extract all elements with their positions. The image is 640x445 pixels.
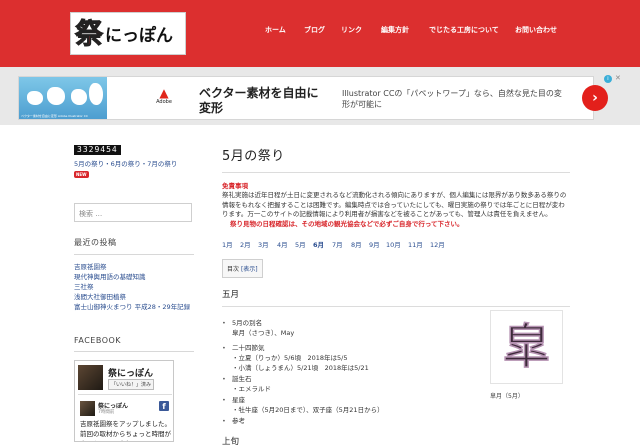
month-info: • 5月の別名 皐月（さつき）、May • 二十四節気 ・立夏（りっか）5/6頃 2…: [222, 310, 570, 427]
facebook-widget: 祭にっぽん 「いいね！」済み 祭にっぽん 7時間前 f 吉原祇園祭をアップしまし…: [74, 360, 174, 442]
list-item: • 誕生石: [222, 373, 252, 383]
kanji-char: 皐: [502, 319, 552, 375]
list-item: • 5月の別名: [222, 317, 262, 327]
zodiac-value: ・牡牛座（5月20日まで）、双子座（5月21日から）: [232, 406, 384, 414]
month-link-7[interactable]: 7月: [332, 239, 343, 249]
recent-posts-list: 吉原祇園祭 現代神輿用語の基礎知識 三社祭 浅間大社御田植祭 富士山御神火まつり…: [74, 262, 194, 312]
nav-contact[interactable]: お問い合わせ: [515, 25, 557, 35]
fb-post-text: 吉原祇園祭をアップしました。前回の取材からちょっと時間が空いたので、今年は: [80, 420, 171, 441]
divider: [74, 254, 194, 255]
recent-post-link[interactable]: 富士山御神火まつり 平成28・29年記録: [74, 302, 194, 312]
fb-page-name[interactable]: 祭にっぽん: [108, 366, 153, 379]
month-link-1[interactable]: 1月: [222, 239, 233, 249]
adobe-logo-text: Adobe: [156, 99, 172, 105]
ad-shape: [27, 91, 43, 105]
nav-links[interactable]: リンク: [341, 25, 362, 35]
month-link-3[interactable]: 3月: [258, 239, 269, 249]
section-title: 五月: [222, 290, 240, 300]
month-link-6[interactable]: 6月: [313, 239, 324, 249]
ad-body[interactable]: Illustrator CCの「パペットワープ」なら、自然な見た目の変形が可能に: [342, 88, 567, 110]
bullet-icon: •: [222, 417, 226, 425]
month-link-4[interactable]: 4月: [277, 239, 288, 249]
birthstone-label: 誕生石: [232, 375, 252, 383]
satsuki-kanji-image[interactable]: 皐: [490, 310, 563, 384]
bullet-icon: •: [222, 319, 226, 327]
month-link-10[interactable]: 10月: [386, 239, 401, 249]
ad-image-caption: ベクター素材を自由に変形 Adobe Illustrator CC: [21, 114, 88, 118]
ad-headline[interactable]: ベクター素材を自由に変形: [199, 86, 319, 116]
ad-shape: [71, 89, 87, 105]
table-of-contents: 目次 [表示]: [222, 259, 263, 278]
divider: [74, 351, 194, 352]
page-title: 5月の祭り: [222, 149, 285, 164]
nav-blog[interactable]: ブログ: [304, 25, 325, 35]
recent-post-link[interactable]: 浅間大社御田植祭: [74, 292, 194, 302]
counter-caption[interactable]: 5月の祭り・6月の祭り・7月の祭り: [74, 158, 194, 168]
main-content: 5月の祭り 免責事項 祭礼実施は近年日程が土日に変更されるなど流動化される傾向に…: [222, 145, 570, 445]
list-item: • 参考: [222, 415, 245, 425]
zodiac-label: 星座: [232, 396, 245, 404]
close-icon[interactable]: ✕: [615, 74, 621, 82]
toc-toggle[interactable]: [表示]: [241, 266, 258, 273]
nav-editorial-policy[interactable]: 編集方針: [381, 25, 409, 35]
divider: [222, 172, 570, 173]
month-link-8[interactable]: 8月: [351, 239, 362, 249]
bullet-icon: •: [222, 396, 226, 404]
solar-term-2: ・小満（しょうまん）5/21頃 2018年は5/21: [232, 364, 369, 372]
divider: [222, 306, 570, 307]
alias-label: 5月の別名: [232, 319, 263, 327]
birthstone-value: ・エメラルド: [232, 385, 271, 393]
disclaimer-body: 祭礼実施は近年日程が土日に変更されるなど流動化される傾向にありますが、個人編集に…: [222, 191, 567, 218]
disclaimer-title: 免責事項: [222, 182, 248, 190]
month-nav: 1月 2月 3月 4月 5月 6月 7月 8月 9月 10月 11月 12月: [222, 239, 570, 249]
solar-term-1: ・立夏（りっか）5/6頃 2018年は5/5: [232, 354, 348, 362]
fb-like-button[interactable]: 「いいね！」済み: [108, 379, 155, 390]
section-title-next: 上旬: [222, 437, 240, 445]
month-link-5[interactable]: 5月: [295, 239, 306, 249]
month-link-9[interactable]: 9月: [369, 239, 380, 249]
month-link-2[interactable]: 2月: [240, 239, 251, 249]
bullet-icon: •: [222, 344, 226, 352]
ad-choices-icon[interactable]: i: [604, 75, 612, 83]
site-header: 祭 にっぽん ホーム ブログ リンク 編集方針 でじたる工房について お問い合わ…: [0, 0, 640, 67]
sidebar: 3329454 5月の祭り・6月の祭り・7月の祭り NEW 検索 … 最近の投稿…: [74, 145, 194, 442]
adobe-icon: ▲: [159, 86, 169, 100]
ad-shape: [47, 87, 65, 105]
recent-posts-title: 最近の投稿: [74, 238, 117, 247]
adobe-logo[interactable]: ▲ Adobe: [152, 87, 176, 105]
recent-post-link[interactable]: 現代神輿用語の基礎知識: [74, 272, 194, 282]
nav-about[interactable]: でじたる工房について: [429, 25, 499, 35]
month-link-12[interactable]: 12月: [430, 239, 445, 249]
fb-post-time[interactable]: 7時間前: [98, 409, 114, 415]
fb-post-avatar[interactable]: [80, 401, 95, 416]
month-link-11[interactable]: 11月: [408, 239, 423, 249]
reference-label[interactable]: 参考: [232, 417, 245, 425]
image-caption: 皐月（5月）: [490, 393, 524, 400]
search-input[interactable]: 検索 …: [74, 203, 192, 222]
disclaimer-warning: 祭り見物の日程確認は、その地域の観光協会などで必ずご自身で行って下さい。: [230, 219, 464, 228]
chevron-right-icon[interactable]: ›: [582, 85, 608, 111]
recent-post-link[interactable]: 三社祭: [74, 282, 194, 292]
toc-label: 目次: [227, 266, 240, 273]
main-nav: ホーム ブログ リンク 編集方針 でじたる工房について お問い合わせ: [0, 25, 640, 37]
facebook-title: FACEBOOK: [74, 336, 122, 345]
list-item: • 星座: [222, 394, 245, 404]
list-item: • 二十四節気: [222, 342, 265, 352]
recent-post-link[interactable]: 吉原祇園祭: [74, 262, 194, 272]
solar-terms-label: 二十四節気: [232, 344, 265, 352]
new-badge: NEW: [74, 171, 89, 178]
fb-page-avatar[interactable]: [78, 365, 103, 390]
divider: [78, 394, 172, 395]
alias-value: 皐月（さつき）、May: [232, 329, 295, 337]
ad-shape: [89, 83, 103, 105]
visitor-counter: 3329454: [74, 145, 121, 155]
ad-image[interactable]: ベクター素材を自由に変形 Adobe Illustrator CC: [19, 77, 107, 119]
ad-banner[interactable]: ベクター素材を自由に変形 Adobe Illustrator CC ▲ Adob…: [18, 76, 608, 120]
nav-home[interactable]: ホーム: [265, 25, 286, 35]
bullet-icon: •: [222, 375, 226, 383]
facebook-icon[interactable]: f: [159, 401, 169, 411]
